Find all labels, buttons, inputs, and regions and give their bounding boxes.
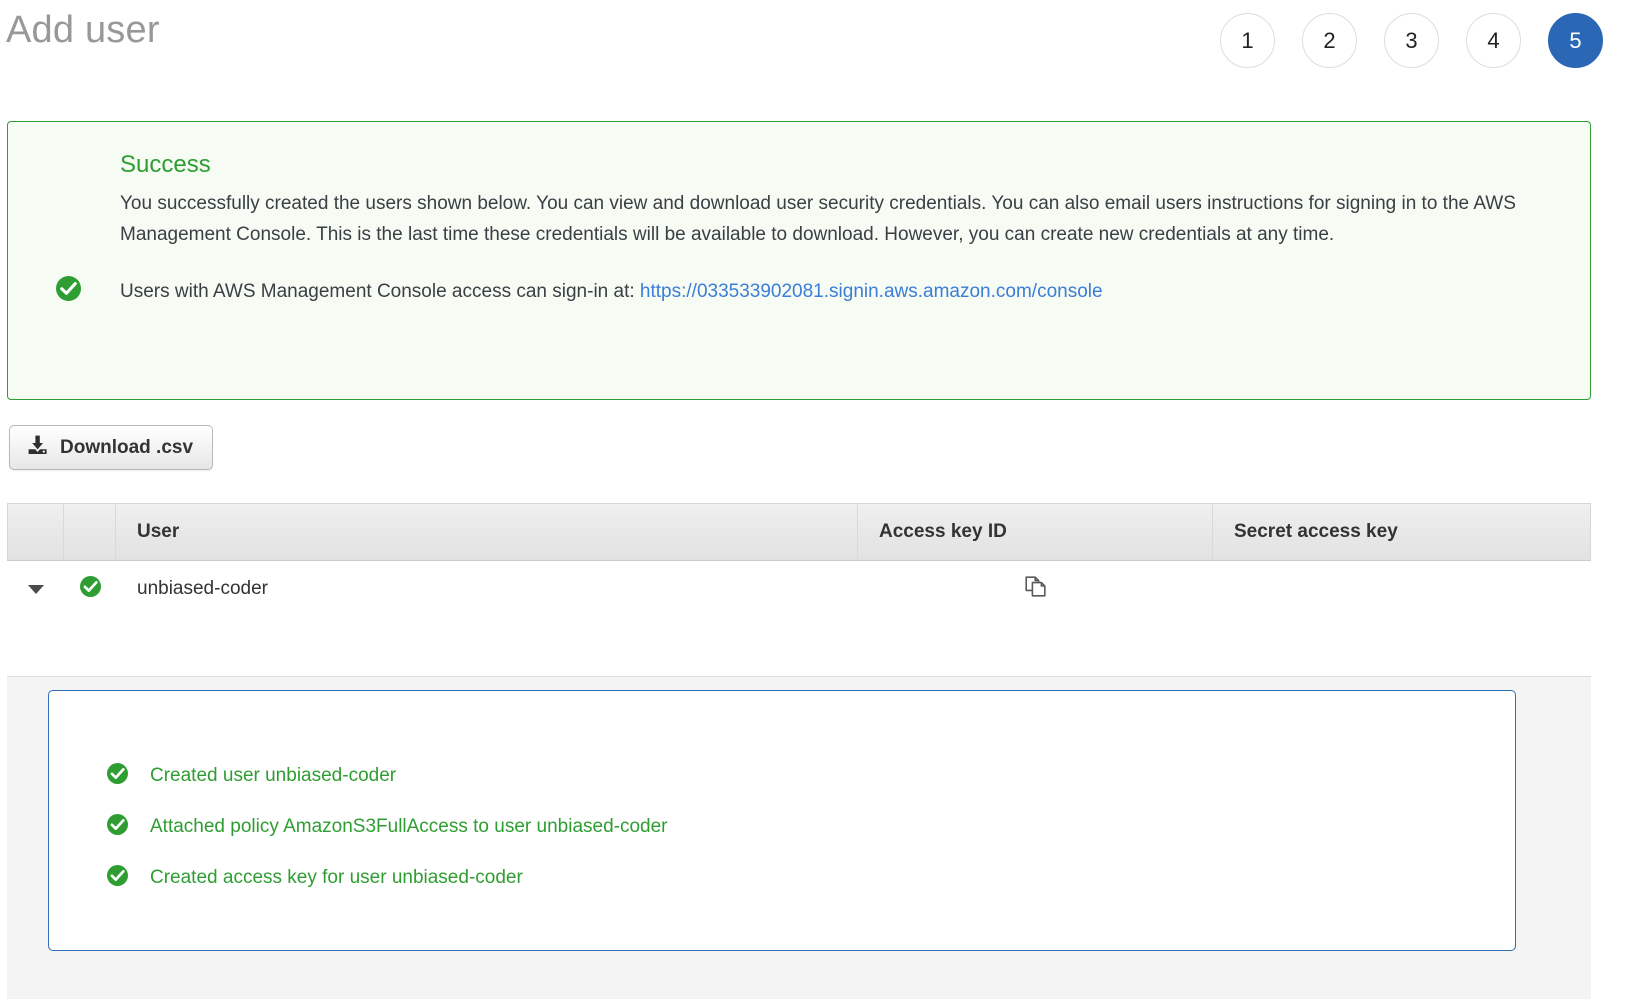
step-indicator-5[interactable]: 5 [1548,13,1603,68]
table-header-toggle [8,504,64,560]
success-alert-heading: Success [120,151,211,178]
table-header-secret-access-key: Secret access key [1234,521,1398,542]
table-header-user: User [116,504,858,560]
row-access-key-id-cell[interactable] [858,561,1213,617]
step-indicator-5-label: 5 [1569,27,1582,53]
table-header-access-key-id: Access key ID [858,504,1213,560]
check-circle-icon [106,864,129,892]
success-alert: Success You successfully created the use… [7,121,1591,400]
list-item: Created access key for user unbiased-cod… [106,852,1495,903]
list-item: Created user unbiased-coder [106,750,1495,801]
step-indicator-3[interactable]: 3 [1384,13,1439,68]
download-icon [27,434,49,462]
row-detail-list: Created user unbiased-coder Attached pol… [106,750,1495,903]
table-row[interactable]: unbiased-coder [7,561,1591,618]
caret-down-icon[interactable] [28,584,44,594]
check-circle-icon [106,762,129,790]
signin-url-link[interactable]: https://033533902081.signin.aws.amazon.c… [640,281,1103,302]
success-alert-text: You successfully created the users shown… [120,193,1516,245]
step-indicator: 1 2 3 4 5 [1220,13,1603,68]
row-user-cell: unbiased-coder [137,578,268,599]
list-item: Attached policy AmazonS3FullAccess to us… [106,801,1495,852]
copy-icon[interactable] [1023,574,1048,605]
signin-line: Users with AWS Management Console access… [120,276,1540,307]
table-header-row: User Access key ID Secret access key [7,503,1591,561]
row-detail-panel: Created user unbiased-coder Attached pol… [7,676,1591,999]
step-indicator-2[interactable]: 2 [1302,13,1357,68]
download-csv-button[interactable]: Download .csv [9,425,214,470]
row-secret-access-key-cell [1213,561,1590,617]
success-alert-body: Success You successfully created the use… [120,150,1540,307]
step-indicator-2-label: 2 [1323,27,1336,53]
credentials-table: User Access key ID Secret access key unb… [7,503,1591,618]
step-indicator-3-label: 3 [1405,27,1418,53]
download-csv-label: Download .csv [60,436,194,458]
step-indicator-4-label: 4 [1487,27,1500,53]
table-header-status [64,504,116,560]
signin-prefix: Users with AWS Management Console access… [120,281,640,302]
check-circle-icon [79,575,102,604]
check-circle-icon [106,813,129,841]
page-header: Add user 1 2 3 4 5 [0,0,1629,105]
row-toggle-cell[interactable] [8,561,64,617]
step-indicator-4[interactable]: 4 [1466,13,1521,68]
step-indicator-1-label: 1 [1241,27,1254,53]
list-item-label: Attached policy AmazonS3FullAccess to us… [150,815,668,837]
list-item-label: Created access key for user unbiased-cod… [150,866,523,888]
step-indicator-1[interactable]: 1 [1220,13,1275,68]
row-detail-box: Created user unbiased-coder Attached pol… [48,690,1516,951]
check-circle-icon [55,275,82,307]
list-item-label: Created user unbiased-coder [150,764,397,786]
row-status-cell [64,561,116,617]
page-title: Add user [6,9,160,51]
